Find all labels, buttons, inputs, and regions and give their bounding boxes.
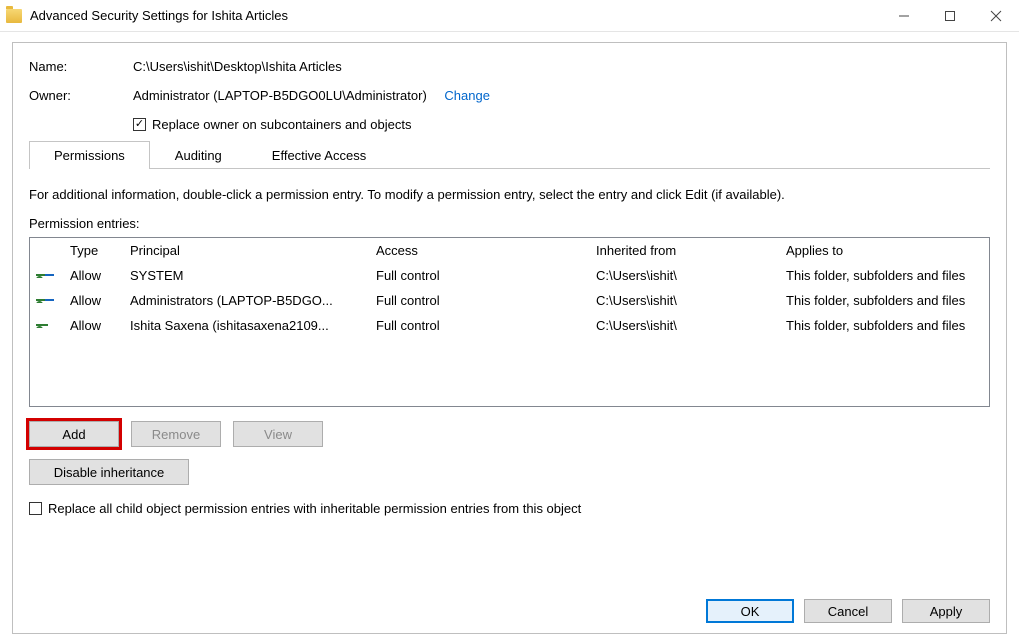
col-applies[interactable]: Applies to	[784, 241, 985, 260]
view-button[interactable]: View	[233, 421, 323, 447]
table-row[interactable]: Allow SYSTEM Full control C:\Users\ishit…	[30, 263, 989, 288]
folder-icon	[6, 9, 22, 23]
tab-effective-access[interactable]: Effective Access	[247, 141, 391, 169]
replace-children-label: Replace all child object permission entr…	[48, 501, 581, 516]
replace-owner-checkbox[interactable]: Replace owner on subcontainers and objec…	[133, 117, 411, 132]
col-access[interactable]: Access	[374, 241, 594, 260]
owner-label: Owner:	[29, 88, 133, 103]
add-button[interactable]: Add	[29, 421, 119, 447]
name-value: C:\Users\ishit\Desktop\Ishita Articles	[133, 59, 342, 74]
tab-bar: Permissions Auditing Effective Access	[29, 140, 990, 169]
checkbox-icon	[133, 118, 146, 131]
window-title: Advanced Security Settings for Ishita Ar…	[30, 8, 288, 23]
col-principal[interactable]: Principal	[128, 241, 374, 260]
info-text: For additional information, double-click…	[29, 187, 990, 202]
grid-header: Type Principal Access Inherited from App…	[30, 238, 989, 263]
disable-inheritance-button[interactable]: Disable inheritance	[29, 459, 189, 485]
maximize-button[interactable]	[927, 0, 973, 32]
col-inherited[interactable]: Inherited from	[594, 241, 784, 260]
change-owner-link[interactable]: Change	[444, 88, 490, 103]
owner-value: Administrator (LAPTOP-B5DGO0LU\Administr…	[133, 88, 490, 103]
dialog-frame: Name: C:\Users\ishit\Desktop\Ishita Arti…	[12, 42, 1007, 634]
minimize-button[interactable]	[881, 0, 927, 32]
title-bar: Advanced Security Settings for Ishita Ar…	[0, 0, 1019, 32]
checkbox-icon	[29, 502, 42, 515]
replace-children-checkbox[interactable]: Replace all child object permission entr…	[29, 501, 990, 516]
owner-text: Administrator (LAPTOP-B5DGO0LU\Administr…	[133, 88, 427, 103]
table-row[interactable]: Allow Ishita Saxena (ishitasaxena2109...…	[30, 313, 989, 338]
name-label: Name:	[29, 59, 133, 74]
tab-auditing[interactable]: Auditing	[150, 141, 247, 169]
close-button[interactable]	[973, 0, 1019, 32]
remove-button[interactable]: Remove	[131, 421, 221, 447]
dialog-footer: OK Cancel Apply	[706, 599, 990, 623]
ok-button[interactable]: OK	[706, 599, 794, 623]
tab-permissions[interactable]: Permissions	[29, 141, 150, 169]
col-type[interactable]: Type	[68, 241, 128, 260]
entries-label: Permission entries:	[29, 216, 990, 231]
permission-entries-grid[interactable]: Type Principal Access Inherited from App…	[29, 237, 990, 407]
table-row[interactable]: Allow Administrators (LAPTOP-B5DGO... Fu…	[30, 288, 989, 313]
replace-owner-label: Replace owner on subcontainers and objec…	[152, 117, 411, 132]
cancel-button[interactable]: Cancel	[804, 599, 892, 623]
apply-button[interactable]: Apply	[902, 599, 990, 623]
